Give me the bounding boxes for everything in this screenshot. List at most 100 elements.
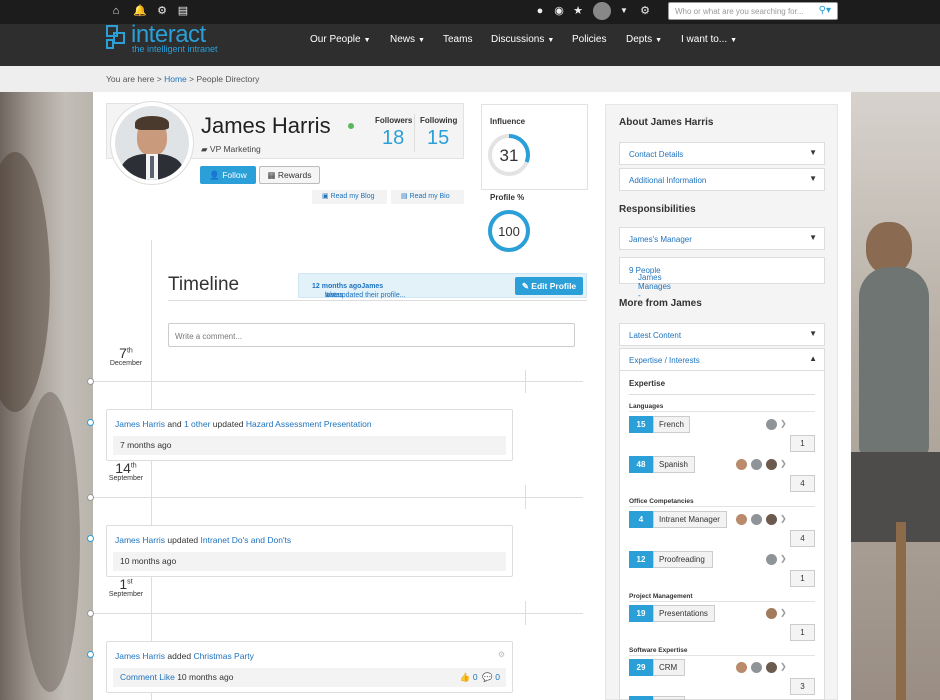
chevron-down-icon: ▼ <box>809 329 817 338</box>
timestamp: 10 months ago <box>113 552 506 571</box>
nav-teams[interactable]: Teams <box>443 34 472 45</box>
read-bio-link[interactable]: ▤ Read my Bio <box>391 190 464 204</box>
endorser-count[interactable]: 4 <box>790 475 815 492</box>
comment-input[interactable]: Write a comment... <box>168 323 575 347</box>
actor-link[interactable]: James Harris <box>115 419 165 429</box>
timeline-node <box>87 610 94 617</box>
expertise-tag[interactable]: CRM <box>653 659 685 676</box>
chevron-right-icon[interactable]: ❯ <box>780 608 787 617</box>
timeline-node <box>87 378 94 385</box>
object-link[interactable]: Christmas Party <box>193 651 253 661</box>
briefcase-icon: ▰ <box>201 144 210 154</box>
endorsement-count[interactable]: 4 <box>629 511 653 528</box>
contact-details-accordion[interactable]: Contact Details ▼ <box>619 142 825 165</box>
others-link[interactable]: 1 other <box>184 419 210 429</box>
avatar[interactable] <box>735 513 748 526</box>
chevron-right-icon[interactable]: ❯ <box>780 459 787 468</box>
bell-icon[interactable]: 🔔 <box>133 4 147 18</box>
nav-depts[interactable]: Depts ▼ <box>626 34 662 45</box>
object-link[interactable]: Intranet Do's and Don'ts <box>201 535 292 545</box>
endorsement-count[interactable]: 29 <box>629 659 653 676</box>
follow-button[interactable]: 👤 Follow <box>200 166 256 184</box>
manages-row: James Manages - 9 People <box>619 257 825 300</box>
endorsement-count[interactable]: 19 <box>629 605 653 622</box>
avatar[interactable] <box>765 513 778 526</box>
avatar[interactable] <box>750 458 763 471</box>
timeline-divider <box>168 300 587 301</box>
user-avatar[interactable] <box>593 2 611 20</box>
actor-link[interactable]: James Harris <box>115 651 165 661</box>
chevron-right-icon[interactable]: ❯ <box>780 514 787 523</box>
avatar[interactable] <box>765 418 778 431</box>
timeline-card: James Harris updated Intranet Do's and D… <box>106 525 513 577</box>
avatar[interactable] <box>735 458 748 471</box>
endorser-count[interactable]: 1 <box>790 570 815 587</box>
avatar[interactable] <box>765 607 778 620</box>
avatar[interactable] <box>765 661 778 674</box>
expertise-accordion[interactable]: Expertise / Interests ▲ <box>619 348 825 371</box>
breadcrumb-home[interactable]: Home <box>164 74 187 84</box>
document-icon[interactable]: ▤ <box>176 4 190 18</box>
chevron-right-icon[interactable]: ❯ <box>780 419 787 428</box>
gear-icon[interactable]: ⚙ <box>155 4 169 18</box>
endorser-count[interactable]: 1 <box>790 624 815 641</box>
home-icon[interactable]: ⌂ <box>109 4 123 18</box>
followers-label: Followers <box>375 116 413 125</box>
expertise-tag[interactable]: Presentations <box>653 605 715 622</box>
category-label: Languages <box>629 403 664 410</box>
avatar[interactable] <box>765 458 778 471</box>
expertise-heading: Expertise <box>629 379 666 388</box>
endorsement-count[interactable]: 12 <box>629 551 653 568</box>
alert-icon[interactable]: ● <box>533 4 547 18</box>
read-blog-link[interactable]: ▣ Read my Blog <box>312 190 387 204</box>
avatar[interactable] <box>750 661 763 674</box>
nav-discussions[interactable]: Discussions ▼ <box>491 34 554 45</box>
chevron-down-icon: ▼ <box>809 174 817 183</box>
nav-policies[interactable]: Policies <box>572 34 606 45</box>
following-count[interactable]: 15 <box>427 127 449 150</box>
endorsement-count[interactable]: 15 <box>629 416 653 433</box>
expertise-tag[interactable]: French <box>653 416 690 433</box>
chevron-right-icon[interactable]: ❯ <box>780 662 787 671</box>
object-link[interactable]: Hazard Assessment Presentation <box>246 419 372 429</box>
avatar[interactable] <box>750 513 763 526</box>
breadcrumb: You are here > Home > People Directory <box>106 74 260 84</box>
timeline-axis <box>151 240 152 700</box>
expertise-tag[interactable]: Proofreading <box>653 551 713 568</box>
chevron-right-icon[interactable]: ❯ <box>780 554 787 563</box>
edit-profile-button[interactable]: ✎ Edit Profile <box>515 277 583 295</box>
endorsement-count[interactable]: 48 <box>629 456 653 473</box>
endorser-count[interactable]: 4 <box>790 530 815 547</box>
stat-divider <box>414 114 415 152</box>
search-icon[interactable]: ⚲▾ <box>819 5 831 16</box>
profile-name: James Harris <box>201 113 331 138</box>
additional-info-accordion[interactable]: Additional Information ▼ <box>619 168 825 191</box>
followers-count[interactable]: 18 <box>382 127 404 150</box>
like-link[interactable]: Like <box>159 672 175 682</box>
actor-link[interactable]: James Harris <box>115 535 165 545</box>
category-label: Office Competancies <box>629 498 694 505</box>
expertise-tag[interactable]: Spanish <box>653 456 695 473</box>
chevron-down-icon[interactable]: ▼ <box>617 4 631 18</box>
avatar[interactable] <box>765 553 778 566</box>
settings-gear-icon[interactable]: ⚙ <box>638 4 652 18</box>
endorser-count[interactable]: 1 <box>790 435 815 452</box>
rewards-button[interactable]: ▦ Rewards <box>259 166 320 184</box>
latest-content-accordion[interactable]: Latest Content ▼ <box>619 323 825 346</box>
avatar[interactable] <box>735 661 748 674</box>
nav-our-people[interactable]: Our People ▼ <box>310 34 371 45</box>
eye-icon[interactable]: ◉ <box>552 4 566 18</box>
background-photo-right <box>851 92 940 700</box>
expertise-tag[interactable]: Intranet Manager <box>653 511 727 528</box>
bio-icon: ▤ <box>401 193 410 200</box>
chevron-down-icon: ▼ <box>809 148 817 157</box>
endorser-count[interactable]: 3 <box>790 678 815 695</box>
settings-icon[interactable]: ⚙ <box>498 650 505 659</box>
comment-link[interactable]: Comment <box>120 672 157 682</box>
star-icon[interactable]: ★ <box>571 4 585 18</box>
search-input[interactable]: Who or what are you searching for... ⚲▾ <box>668 2 838 20</box>
nav-i-want-to[interactable]: I want to... ▼ <box>681 34 737 45</box>
manager-accordion[interactable]: James's Manager ▼ <box>619 227 825 250</box>
chevron-up-icon: ▲ <box>809 354 817 363</box>
nav-news[interactable]: News ▼ <box>390 34 425 45</box>
